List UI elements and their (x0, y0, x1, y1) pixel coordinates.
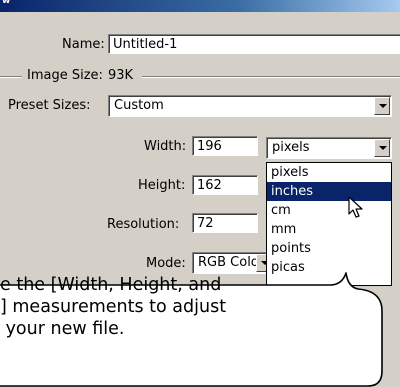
image-size-divider-left (0, 76, 22, 78)
callout-line-3: your new file. (0, 319, 125, 339)
resolution-label: Resolution: (107, 217, 180, 232)
callout-line-1: e the [Width, Height, and (0, 275, 222, 295)
image-size-label: Image Size: (27, 68, 103, 83)
resolution-input[interactable]: 72 (192, 213, 258, 233)
name-field[interactable]: Untitled-1 (108, 34, 400, 54)
callout-line-2: ] measurements to adjust (0, 297, 227, 317)
width-unit-select[interactable]: pixels (266, 137, 392, 159)
window-titlebar[interactable]: w (0, 0, 400, 12)
preset-sizes-select[interactable]: Custom (108, 95, 392, 117)
unit-option[interactable]: cm (267, 201, 391, 220)
resolution-value: 72 (197, 216, 214, 231)
width-unit-value: pixels (272, 140, 310, 155)
height-value: 162 (197, 178, 222, 193)
width-input[interactable]: 196 (192, 136, 258, 156)
app-icon: w (2, 0, 11, 6)
unit-option[interactable]: pixels (267, 163, 391, 182)
unit-option-highlighted[interactable]: inches (267, 182, 391, 201)
image-size-value: 93K (108, 68, 134, 83)
name-label: Name: (62, 37, 105, 52)
unit-option[interactable]: points (267, 239, 391, 258)
height-input[interactable]: 162 (192, 175, 258, 195)
preset-sizes-dropdown-arrow-icon[interactable] (374, 97, 390, 115)
unit-option[interactable]: mm (267, 220, 391, 239)
callout-text: e the [Width, Height, and ] measurements… (0, 274, 386, 340)
width-unit-dropdown-arrow-icon[interactable] (374, 139, 390, 157)
mouse-pointer-icon (348, 196, 363, 218)
width-label: Width: (144, 139, 187, 154)
preset-sizes-value: Custom (114, 98, 164, 113)
image-size-divider-right (142, 76, 400, 78)
name-value: Untitled-1 (113, 37, 178, 52)
height-label: Height: (138, 178, 186, 193)
width-value: 196 (197, 139, 222, 154)
preset-sizes-label: Preset Sizes: (8, 98, 91, 113)
